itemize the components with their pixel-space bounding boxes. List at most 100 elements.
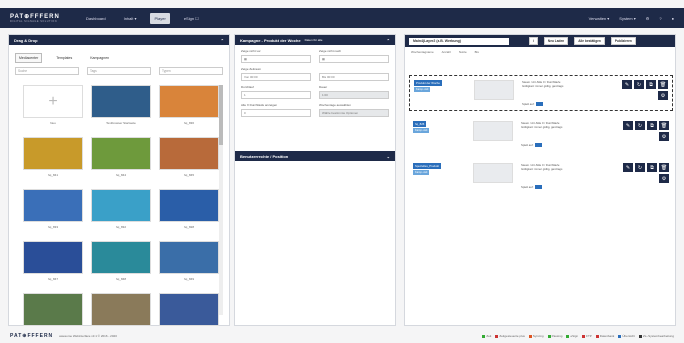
- media-thumbnail: [159, 189, 219, 222]
- media-scrollbar[interactable]: [219, 85, 223, 315]
- field-label: Wochentage auswählen: [319, 103, 351, 107]
- playlist-slot[interactable]: Spezielles_Produkt Kamp.-zeit Steam / Ar…: [409, 159, 673, 195]
- copy-icon[interactable]: ⧉: [647, 163, 657, 172]
- media-item[interactable]: hq_845: [159, 137, 219, 183]
- field-input[interactable]: 1:00: [319, 91, 389, 99]
- playlist-slot[interactable]: Produkt der Woche Kamp.-zeit Steam / Art…: [409, 75, 673, 111]
- layer-select[interactable]: Main4(Layer2 (z.B. Werbung): [409, 37, 509, 45]
- logo[interactable]: PAT⊕FFFERN DIGITAL SIGNAGE SOLUTION: [10, 13, 72, 23]
- field-label: Zeige Zeitraum: [241, 67, 262, 71]
- trash-icon[interactable]: 🗑: [659, 121, 669, 130]
- edit-icon[interactable]: ✎: [623, 163, 633, 172]
- scroll-thumb[interactable]: [219, 85, 223, 145]
- trash-icon[interactable]: 🗑: [658, 80, 668, 89]
- filter-count[interactable]: Anzahl: [442, 50, 451, 54]
- field-input[interactable]: Bis 00:00: [319, 73, 389, 81]
- media-item[interactable]: hq_849: [159, 241, 219, 287]
- media-thumbnail: [91, 85, 151, 118]
- media-item[interactable]: hq_832: [91, 189, 151, 235]
- search-input[interactable]: Suche: [15, 67, 79, 75]
- slot-thumbnail: [474, 80, 514, 100]
- nav-verwalten[interactable]: Verwalten ▾: [589, 16, 610, 21]
- settings-icon[interactable]: ⚙: [659, 132, 669, 141]
- field-input[interactable]: Wähle bestimmte Optionen: [319, 109, 389, 117]
- settings-icon[interactable]: ⚙: [658, 91, 668, 100]
- legend-item: Zeit: [482, 334, 491, 338]
- legend-item: Übersicht: [618, 334, 635, 338]
- media-item[interactable]: hq_836: [159, 85, 219, 131]
- types-input[interactable]: Typen: [159, 67, 223, 75]
- tab-mediacenter[interactable]: Mediacenter: [15, 53, 43, 63]
- filter-use[interactable]: Nutze: [459, 50, 467, 54]
- playlist-slot[interactable]: hq_826 Kamp.-zeit Steam / Art-Stile 0 / …: [409, 117, 673, 153]
- confirm-all-button[interactable]: Alle bestätigen: [574, 37, 605, 45]
- tab-templates[interactable]: Templates: [52, 53, 76, 63]
- reload-button[interactable]: Neu Laden: [543, 37, 569, 45]
- nav-esign[interactable]: eSign ☐: [180, 13, 203, 24]
- media-thumbnail: [23, 241, 83, 274]
- media-thumbnail: [91, 137, 151, 170]
- field: Zeige Zeitraum Von 00:00: [241, 67, 311, 81]
- media-thumbnail: [23, 137, 83, 170]
- settings-icon[interactable]: ⚙: [659, 174, 669, 183]
- field-input[interactable]: 1: [241, 91, 311, 99]
- media-item[interactable]: hq_844: [91, 137, 151, 183]
- trash-icon[interactable]: 🗑: [659, 163, 669, 172]
- edit-icon[interactable]: ✎: [623, 121, 633, 130]
- help-icon[interactable]: ?: [659, 16, 661, 21]
- filter-until[interactable]: Bis: [475, 50, 479, 54]
- media-item[interactable]: hq_841: [23, 137, 83, 183]
- collapse-icon[interactable]: ⌃: [221, 38, 224, 43]
- settings-icon[interactable]: ⚙: [646, 16, 650, 21]
- field: Dauer 1:00: [319, 85, 389, 99]
- media-caption: hq_841: [47, 173, 58, 177]
- slot-thumbnail: [473, 163, 513, 183]
- media-item[interactable]: hq_833: [23, 189, 83, 235]
- legend-item: Datenbank: [595, 334, 614, 338]
- media-item[interactable]: + Neu: [23, 85, 83, 131]
- nav-player[interactable]: Player: [150, 12, 170, 24]
- slot-badge: hq_826: [413, 121, 427, 127]
- slot-plays-on: Spielt auf:: [521, 185, 542, 189]
- refresh-icon[interactable]: ↻: [634, 80, 644, 89]
- tab-kampagnen[interactable]: Kampagnen: [86, 53, 113, 63]
- media-thumbnail: [159, 241, 219, 274]
- logo-subtitle: DIGITAL SIGNAGE SOLUTION: [10, 20, 58, 23]
- nav-inhalt[interactable]: Inhalt ▾: [120, 13, 141, 24]
- copy-icon[interactable]: ⧉: [646, 80, 656, 89]
- collapse-icon[interactable]: ⌃: [387, 38, 390, 43]
- media-caption: hq_848: [115, 277, 126, 281]
- refresh-icon[interactable]: ↻: [635, 121, 645, 130]
- playlist-filter: Wochentagname Anzahl Nutze Bis: [411, 50, 669, 54]
- refresh-icon[interactable]: ↻: [635, 163, 645, 172]
- media-item[interactable]: hq_828: [159, 189, 219, 235]
- media-caption: hq_833: [47, 225, 58, 229]
- copy-icon[interactable]: ⧉: [647, 121, 657, 130]
- media-item[interactable]: Textbrowser Startseite: [91, 85, 151, 131]
- media-caption: hq_836: [183, 121, 194, 125]
- footer: PAT⊕FFFERN awesome Webinterface v3.1 © 2…: [0, 330, 684, 342]
- nav-system[interactable]: System ▾: [619, 16, 635, 21]
- legend-item: FTP: [582, 334, 592, 338]
- edit-icon[interactable]: ✎: [622, 80, 632, 89]
- rights-header[interactable]: Benutzerrechte / Position ⌄: [235, 151, 395, 161]
- publish-button[interactable]: Publizieren: [610, 37, 636, 45]
- field: Zeige nicht vor ▦: [241, 49, 311, 63]
- filter-weekday[interactable]: Wochentagname: [411, 50, 434, 54]
- info-button[interactable]: i: [529, 37, 538, 45]
- field-input[interactable]: ▦: [319, 55, 389, 63]
- media-item[interactable]: hq_847: [23, 241, 83, 287]
- panel-title: Drag & Drop: [14, 37, 38, 43]
- field-input[interactable]: 0: [241, 109, 311, 117]
- tags-input[interactable]: Tags: [87, 67, 151, 75]
- media-item[interactable]: hq_848: [91, 241, 151, 287]
- field-label: Zeige nicht vor: [241, 49, 261, 53]
- field-input[interactable]: ▦: [241, 55, 311, 63]
- user-icon[interactable]: ●: [672, 16, 674, 21]
- field-label: Durchlauf: [241, 85, 254, 89]
- campaign-fields: Zeige nicht vor ▦ Zeige nicht nach ▦ Zeige Z…: [235, 49, 395, 117]
- field-input[interactable]: Von 00:00: [241, 73, 311, 81]
- nav-dashboard[interactable]: Dashboard: [82, 13, 110, 24]
- expand-icon[interactable]: ⌄: [387, 154, 390, 159]
